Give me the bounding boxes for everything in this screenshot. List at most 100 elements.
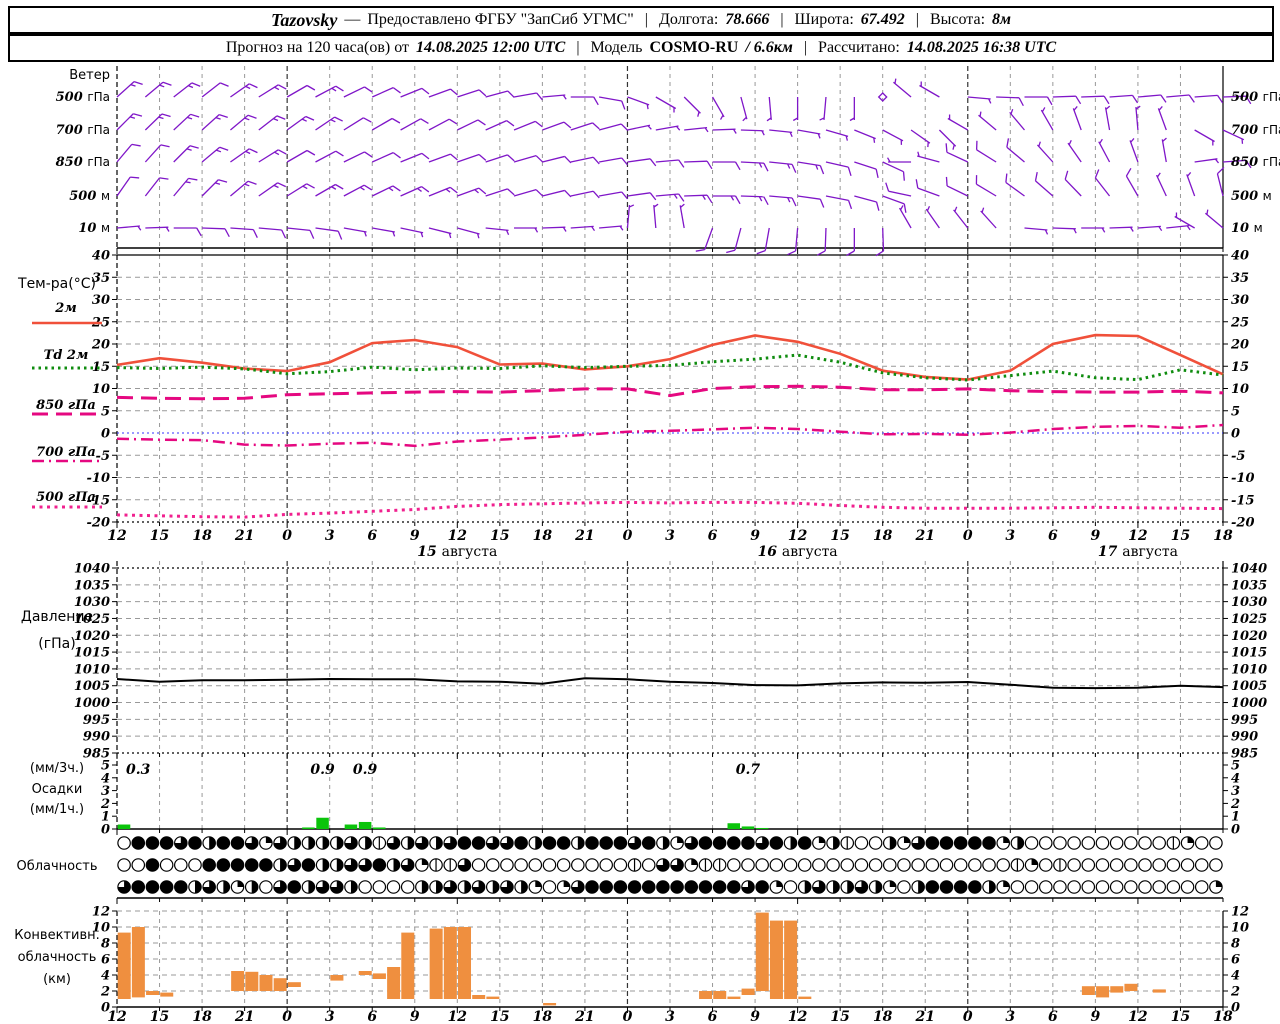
svg-text:10 м: 10 м — [78, 221, 110, 236]
svg-text:5: 5 — [1231, 404, 1240, 419]
svg-text:990: 990 — [83, 730, 110, 745]
legend-label-t700: 700 гПа — [36, 445, 96, 460]
svg-text:4: 4 — [1231, 969, 1240, 984]
svg-text:1005: 1005 — [1231, 679, 1267, 694]
svg-text:15: 15 — [490, 528, 509, 544]
svg-text:1035: 1035 — [74, 578, 110, 593]
svg-text:0.9: 0.9 — [310, 762, 335, 778]
svg-text:18: 18 — [533, 1009, 553, 1024]
svg-text:21: 21 — [574, 528, 594, 544]
svg-text:40: 40 — [92, 249, 110, 264]
svg-text:18: 18 — [873, 1009, 893, 1024]
svg-text:12: 12 — [107, 1009, 127, 1024]
svg-text:1010: 1010 — [1231, 662, 1267, 677]
svg-text:-15: -15 — [1231, 493, 1255, 508]
svg-text:15: 15 — [150, 528, 169, 544]
svg-text:2: 2 — [1230, 985, 1240, 1000]
svg-text:40: 40 — [1231, 249, 1249, 264]
svg-text:-10: -10 — [1231, 471, 1255, 486]
svg-text:1030: 1030 — [74, 595, 110, 610]
svg-text:18: 18 — [1213, 1009, 1233, 1024]
svg-text:20: 20 — [1230, 338, 1249, 353]
svg-text:35: 35 — [1231, 271, 1249, 286]
precip-1h-label: (мм/1ч.) — [29, 802, 85, 817]
svg-text:3: 3 — [665, 528, 675, 544]
svg-text:12: 12 — [1128, 1009, 1148, 1024]
convective-panel-title-2: облачность — [17, 950, 97, 965]
svg-text:1025: 1025 — [1231, 612, 1267, 627]
svg-text:990: 990 — [1231, 730, 1258, 745]
svg-text:16 августа: 16 августа — [758, 544, 838, 560]
cloudiness-panel-title: Облачность — [16, 859, 98, 874]
svg-text:0.7: 0.7 — [736, 762, 761, 778]
svg-text:9: 9 — [1091, 1009, 1101, 1024]
svg-text:500 м: 500 м — [1231, 189, 1272, 204]
svg-text:15: 15 — [1171, 528, 1190, 544]
svg-text:1000: 1000 — [74, 696, 110, 711]
svg-text:0: 0 — [623, 1009, 633, 1024]
svg-text:995: 995 — [83, 713, 110, 728]
svg-text:10: 10 — [1231, 921, 1249, 936]
svg-text:0: 0 — [623, 528, 633, 544]
svg-text:15 августа: 15 августа — [417, 544, 497, 560]
wind-panel-title: Ветер — [69, 68, 110, 83]
svg-text:15: 15 — [150, 1009, 169, 1024]
svg-text:8: 8 — [1231, 937, 1240, 952]
pressure-panel-title: Давление — [20, 609, 94, 625]
svg-text:21: 21 — [234, 1009, 254, 1024]
svg-text:850 гПа: 850 гПа — [1231, 155, 1280, 170]
svg-text:9: 9 — [410, 528, 420, 544]
svg-text:12: 12 — [107, 528, 127, 544]
svg-text:6: 6 — [367, 528, 377, 544]
svg-text:500 м: 500 м — [69, 189, 110, 204]
legend-label-t850: 850 гПа — [36, 398, 96, 413]
temperature-panel-title: Тем-ра(°C) — [18, 276, 96, 292]
svg-text:17 августа: 17 августа — [1098, 544, 1178, 560]
svg-text:18: 18 — [533, 528, 553, 544]
svg-text:-20: -20 — [1231, 516, 1255, 531]
svg-text:1015: 1015 — [1231, 646, 1267, 661]
svg-text:6: 6 — [708, 1009, 718, 1024]
svg-text:1040: 1040 — [74, 562, 110, 577]
svg-text:18: 18 — [1213, 528, 1233, 544]
svg-text:3: 3 — [325, 528, 335, 544]
svg-text:10: 10 — [92, 382, 110, 397]
svg-text:12: 12 — [448, 528, 468, 544]
svg-text:0: 0 — [1231, 823, 1240, 838]
svg-text:12: 12 — [788, 1009, 808, 1024]
svg-text:6: 6 — [708, 528, 718, 544]
svg-text:9: 9 — [410, 1009, 420, 1024]
svg-text:3: 3 — [1005, 1009, 1015, 1024]
svg-text:6: 6 — [1048, 528, 1058, 544]
svg-text:15: 15 — [1231, 360, 1249, 375]
svg-text:0.9: 0.9 — [353, 762, 378, 778]
svg-text:15: 15 — [490, 1009, 509, 1024]
legend-label-t2m: 2м — [55, 301, 77, 316]
svg-text:1010: 1010 — [74, 662, 110, 677]
svg-text:6: 6 — [1231, 953, 1240, 968]
convective-panel-title-1: Конвективн. — [14, 928, 100, 943]
precip-panel-title: Осадки — [31, 782, 83, 797]
svg-text:0: 0 — [282, 1009, 292, 1024]
svg-text:15: 15 — [1171, 1009, 1190, 1024]
svg-text:995: 995 — [1231, 713, 1258, 728]
svg-text:30: 30 — [1231, 293, 1249, 308]
svg-text:1035: 1035 — [1231, 578, 1267, 593]
svg-text:0: 0 — [101, 427, 110, 442]
legend-label-t500: 500 гПа — [36, 490, 96, 505]
svg-text:9: 9 — [1091, 528, 1101, 544]
svg-text:21: 21 — [574, 1009, 594, 1024]
pressure-panel-unit: (гПа) — [38, 636, 76, 652]
svg-text:1020: 1020 — [1231, 629, 1267, 644]
svg-text:3: 3 — [325, 1009, 335, 1024]
svg-text:500 гПа: 500 гПа — [56, 90, 110, 105]
svg-text:1005: 1005 — [74, 679, 110, 694]
svg-text:0.3: 0.3 — [126, 762, 151, 778]
svg-text:700 гПа: 700 гПа — [56, 123, 110, 138]
svg-text:0: 0 — [963, 1009, 973, 1024]
svg-text:9: 9 — [750, 528, 760, 544]
svg-text:12: 12 — [448, 1009, 468, 1024]
svg-text:0: 0 — [101, 823, 110, 838]
svg-text:1000: 1000 — [1231, 696, 1267, 711]
svg-text:-10: -10 — [87, 471, 111, 486]
